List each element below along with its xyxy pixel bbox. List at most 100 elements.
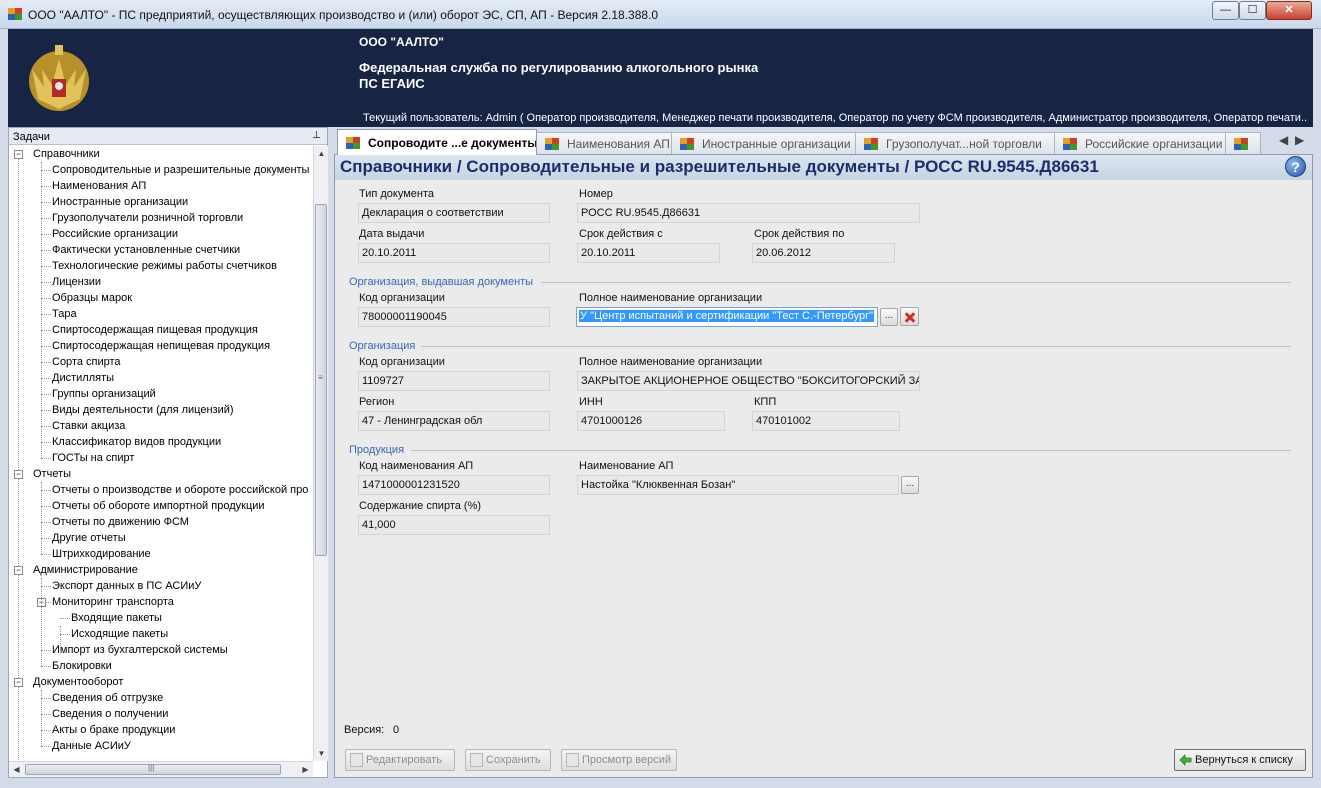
edit-button[interactable]: Редактировать <box>345 749 455 771</box>
tree-connector <box>41 394 51 395</box>
tree-item[interactable]: Акты о браке продукции <box>52 722 175 738</box>
tree-item[interactable]: Дистилляты <box>52 370 114 386</box>
breadcrumb-text: Справочники / Сопроводительные и разреши… <box>340 157 1099 176</box>
tree-horizontal-scrollbar[interactable]: ◀ ||| ▶ <box>9 761 313 777</box>
tree-item[interactable]: Классификатор видов продукции <box>52 434 221 450</box>
valid-to-field[interactable]: 20.06.2012 <box>752 243 895 263</box>
tree-item[interactable]: Входящие пакеты <box>71 610 162 626</box>
tree-item[interactable]: Иностранные организации <box>52 194 188 210</box>
tree-item[interactable]: Российские организации <box>52 226 178 242</box>
tree-connector <box>41 266 51 267</box>
tree-item[interactable]: Виды деятельности (для лицензий) <box>52 402 234 418</box>
product-browse-button[interactable]: ... <box>901 476 919 494</box>
tab-russian-orgs[interactable]: Российские организации <box>1054 132 1226 154</box>
org-name-field[interactable]: ЗАКРЫТОЕ АКЦИОНЕРНОЕ ОБЩЕСТВО "БОКСИТОГО… <box>577 371 920 391</box>
issuer-name-field[interactable]: У "Центр испытаний и сертификации "Тест … <box>576 307 878 327</box>
close-button[interactable]: ✕ <box>1266 1 1312 20</box>
save-button[interactable]: Сохранить <box>465 749 551 771</box>
issuer-browse-button[interactable]: ... <box>880 308 898 326</box>
tree-item[interactable]: Сопроводительные и разрешительные докуме… <box>52 162 309 178</box>
org-code-field[interactable]: 1109727 <box>358 371 550 391</box>
scroll-thumb-horizontal[interactable]: ||| <box>25 763 281 775</box>
tree-item[interactable]: Экспорт данных в ПС АСИиУ <box>52 578 201 594</box>
tab-foreign-orgs[interactable]: Иностранные организации <box>671 132 856 154</box>
tab-documents[interactable]: Сопроводите ...е документы <box>337 129 537 155</box>
tree-item[interactable]: Отчеты по движению ФСМ <box>52 514 189 530</box>
tree-item[interactable]: Отчеты об обороте импортной продукции <box>52 498 265 514</box>
view-versions-button[interactable]: Просмотр версий <box>561 749 677 771</box>
tree-item[interactable]: Лицензии <box>52 274 101 290</box>
doc-type-field[interactable]: Декларация о соответствии <box>358 203 550 223</box>
maximize-button[interactable]: ☐ <box>1239 1 1266 20</box>
tree-vertical-scrollbar[interactable]: ▲ ≡ ▼ <box>313 146 328 761</box>
tree-item[interactable]: Блокировки <box>52 658 112 674</box>
tree-item[interactable]: Ставки акциза <box>52 418 125 434</box>
tree-connector <box>41 426 51 427</box>
tab-prev-icon[interactable]: ◀ <box>1279 133 1288 147</box>
tasks-pane: Задачи ⊥ − Справочники Сопроводительные и … <box>8 127 328 778</box>
tab-overflow[interactable] <box>1225 132 1261 154</box>
tree-item[interactable]: Технологические режимы работы счетчиков <box>52 258 277 274</box>
tree-item[interactable]: Данные АСИиУ <box>52 738 131 754</box>
tree-item[interactable]: Другие отчеты <box>52 530 126 546</box>
tree-connector <box>41 170 51 171</box>
scroll-thumb[interactable]: ≡ <box>315 204 327 556</box>
issuer-code-field[interactable]: 78000001190045 <box>358 307 550 327</box>
inn-field[interactable]: 4701000126 <box>577 411 725 431</box>
view-versions-label: Просмотр версий <box>582 754 672 766</box>
tree-item[interactable]: Фактически установленные счетчики <box>52 242 240 258</box>
collapse-icon[interactable]: − <box>14 470 23 479</box>
tree-item[interactable]: Отчеты о производстве и обороте российск… <box>52 482 308 498</box>
clear-icon[interactable] <box>900 307 919 326</box>
tree-item[interactable]: Наименования АП <box>52 178 146 194</box>
collapse-icon[interactable]: − <box>14 678 23 687</box>
tree-item[interactable]: Спиртосодержащая непищевая продукция <box>52 338 270 354</box>
tree-item[interactable]: Исходящие пакеты <box>71 626 168 642</box>
group-references[interactable]: Справочники <box>33 146 100 162</box>
product-code-field[interactable]: 1471000001231520 <box>358 475 550 495</box>
tasks-title: Задачи <box>13 131 50 143</box>
help-icon[interactable]: ? <box>1285 156 1306 177</box>
tree-item[interactable]: Сорта спирта <box>52 354 121 370</box>
save-icon <box>470 753 483 767</box>
tree-item[interactable]: Сведения об отгрузке <box>52 690 163 706</box>
scroll-right-icon[interactable]: ▶ <box>298 762 313 778</box>
alcohol-field[interactable]: 41,000 <box>358 515 550 535</box>
tree-item[interactable]: Тара <box>52 306 77 322</box>
group-docflow[interactable]: Документооборот <box>33 674 123 690</box>
tree-item[interactable]: Штрихкодирование <box>52 546 151 562</box>
product-name-field[interactable]: Настойка "Клюквенная Бозан" <box>577 475 899 495</box>
region-field[interactable]: 47 - Ленинградская обл <box>358 411 550 431</box>
scroll-down-icon[interactable]: ▼ <box>314 746 329 761</box>
scroll-left-icon[interactable]: ◀ <box>9 762 24 778</box>
pin-icon[interactable]: ⊥ <box>312 130 321 141</box>
issue-date-field[interactable]: 20.10.2011 <box>358 243 550 263</box>
kpp-field[interactable]: 470101002 <box>752 411 900 431</box>
tree-connector <box>60 634 70 635</box>
scroll-up-icon[interactable]: ▲ <box>314 146 329 161</box>
tree-item[interactable]: Мониторинг транспорта <box>52 594 174 610</box>
tab-label: Грузополучат...ной торговли <box>886 137 1042 151</box>
tree-item[interactable]: Импорт из бухгалтерской системы <box>52 642 228 658</box>
tab-retail-consignees[interactable]: Грузополучат...ной торговли <box>855 132 1055 154</box>
tree-item[interactable]: Сведения о получении <box>52 706 168 722</box>
group-reports[interactable]: Отчеты <box>33 466 71 482</box>
collapse-icon[interactable]: − <box>14 566 23 575</box>
tree-item[interactable]: Группы организаций <box>52 386 156 402</box>
minimize-button[interactable]: — <box>1212 1 1239 20</box>
tree-item[interactable]: ГОСТы на спирт <box>52 450 134 466</box>
doc-number-field[interactable]: РОСС RU.9545.Д86631 <box>577 203 920 223</box>
tree-item[interactable]: Грузополучатели розничной торговли <box>52 210 243 226</box>
tab-next-icon[interactable]: ▶ <box>1295 133 1304 147</box>
valid-from-field[interactable]: 20.10.2011 <box>577 243 720 263</box>
versions-icon <box>566 753 579 767</box>
back-to-list-button[interactable]: Вернуться к списку <box>1174 749 1306 771</box>
issue-date-label: Дата выдачи <box>359 228 425 240</box>
collapse-icon[interactable]: − <box>14 150 23 159</box>
tree-item[interactable]: Спиртосодержащая пищевая продукция <box>52 322 258 338</box>
tab-icon <box>1234 138 1248 150</box>
tab-product-names[interactable]: Наименования АП <box>536 132 672 154</box>
group-administration[interactable]: Администрирование <box>33 562 138 578</box>
tree-item[interactable]: Образцы марок <box>52 290 132 306</box>
agency-line-2: ПС ЕГАИС <box>359 76 425 91</box>
